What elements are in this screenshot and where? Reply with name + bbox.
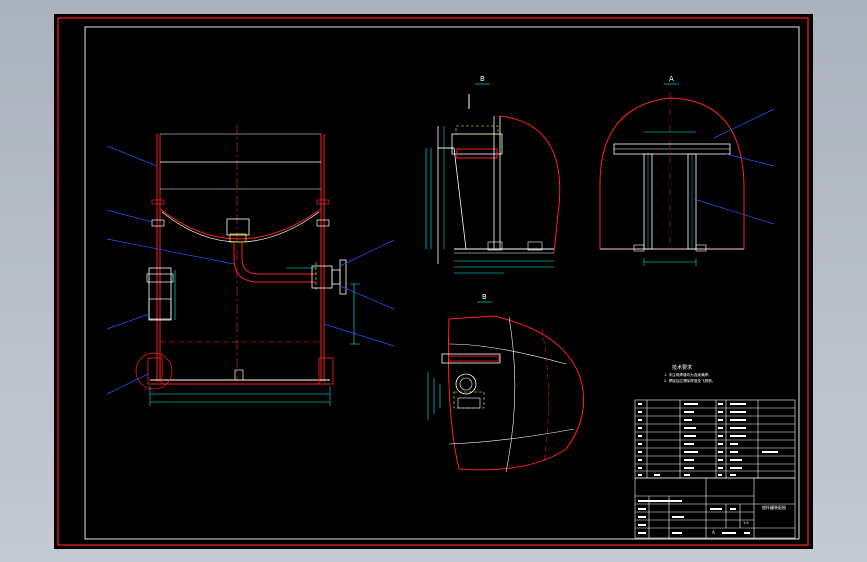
inner-border [84, 26, 800, 540]
drawing-scale: 1:5 [743, 521, 749, 525]
outer-frame [57, 17, 809, 546]
note-line-2: 2. 焊接后应清除焊渣及飞溅物。 [664, 378, 715, 383]
parts-list-text [638, 403, 778, 476]
notes-title: 技术要求 [672, 364, 692, 371]
end-view-leaders [693, 108, 775, 225]
title-block-text: 搅拌罐装配图 1:5 A [638, 500, 786, 535]
note-line-1: 1. 未注明焊缝均为连续满焊。 [664, 372, 712, 377]
section-labels: B A B [475, 75, 679, 303]
section-view-b [427, 315, 585, 473]
sheet-label: A [712, 530, 715, 535]
section-label-bottom-middle: B [482, 293, 487, 301]
side-view [425, 94, 561, 274]
end-view [599, 92, 745, 266]
front-view [135, 124, 360, 406]
cad-viewport[interactable]: B A B 技术要求 1. 未注明焊缝均为连续满焊。 2. 焊接后应清除焊渣及飞… [54, 14, 813, 549]
parts-list [634, 399, 796, 479]
technical-notes: 技术要求 1. 未注明焊缝均为连续满焊。 2. 焊接后应清除焊渣及飞溅物。 [664, 364, 715, 383]
front-view-leaders [106, 145, 395, 395]
drawing-canvas[interactable]: B A B 技术要求 1. 未注明焊缝均为连续满焊。 2. 焊接后应清除焊渣及飞… [54, 14, 813, 549]
section-label-top-right: A [669, 75, 674, 83]
drawing-title: 搅拌罐装配图 [762, 504, 786, 510]
section-label-top-middle: B [480, 75, 485, 83]
